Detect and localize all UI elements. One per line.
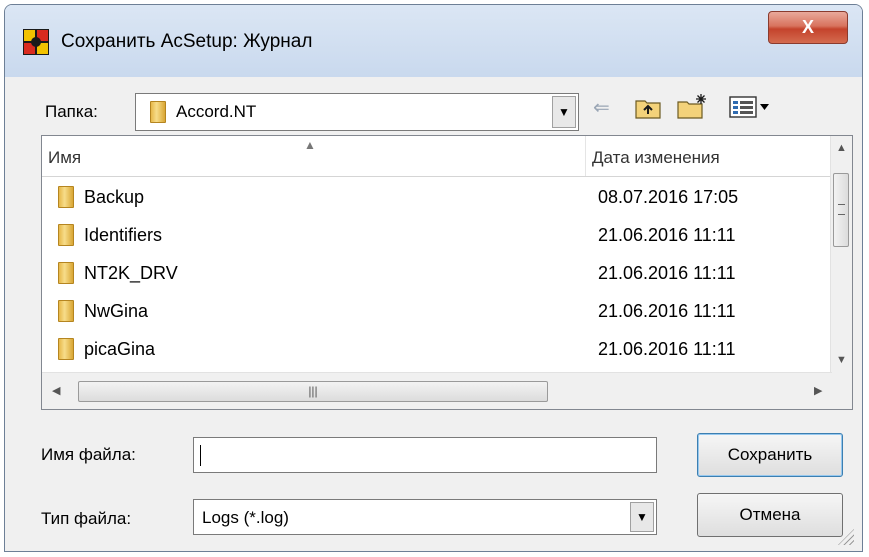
scroll-right-icon[interactable]: ▶ [814, 384, 822, 397]
text-cursor [200, 445, 201, 466]
file-list[interactable]: Имя ▲ Дата изменения Backup 08.07.2016 1… [41, 135, 853, 410]
vertical-scroll-thumb[interactable] [833, 173, 849, 247]
folder-up-icon[interactable] [635, 97, 661, 119]
current-folder-name: Accord.NT [176, 102, 257, 121]
file-date: 21.06.2016 11:11 [598, 339, 736, 359]
column-header-date[interactable]: Дата изменения [586, 136, 832, 176]
close-button[interactable]: X [768, 11, 848, 44]
folder-combobox[interactable]: Accord.NT ▼ [135, 93, 579, 131]
folder-label: Папка: [45, 102, 98, 121]
filetype-label: Тип файла: [41, 509, 132, 528]
scroll-left-icon[interactable]: ◀ [52, 384, 60, 397]
list-item[interactable]: Identifiers 21.06.2016 11:11 [42, 216, 832, 254]
filename-input[interactable] [193, 437, 657, 473]
list-item[interactable]: NT2K_DRV 21.06.2016 11:11 [42, 254, 832, 292]
folder-icon [58, 338, 74, 360]
horizontal-scrollbar[interactable]: ◀ ||| ▶ [42, 372, 832, 409]
list-item[interactable]: picaGina 21.06.2016 11:11 [42, 330, 832, 368]
chevron-down-icon[interactable]: ▼ [630, 502, 654, 532]
file-name: NwGina [84, 301, 149, 321]
save-button[interactable]: Сохранить [697, 433, 843, 477]
cancel-button[interactable]: Отмена [697, 493, 843, 537]
window-title: Сохранить AcSetup: Журнал [61, 31, 313, 52]
file-date: 08.07.2016 17:05 [598, 187, 739, 207]
list-item[interactable]: NwGina 21.06.2016 11:11 [42, 292, 832, 330]
save-dialog: Сохранить AcSetup: Журнал X Папка: Accor… [4, 4, 863, 552]
back-arrow-icon[interactable]: ⇐ [593, 95, 610, 120]
scrollbar-corner [831, 373, 852, 409]
folder-icon [58, 300, 74, 322]
file-date: 21.06.2016 11:11 [598, 263, 736, 283]
folder-icon [58, 186, 74, 208]
grip-icon [838, 204, 845, 215]
folder-icon [150, 101, 166, 123]
dialog-client-area: Папка: Accord.NT ▼ ⇐ Имя ▲ Дата изменени… [15, 77, 856, 547]
sort-ascending-icon: ▲ [304, 138, 316, 152]
folder-icon [58, 262, 74, 284]
app-icon [23, 29, 49, 55]
list-item[interactable]: Backup 08.07.2016 17:05 [42, 178, 832, 216]
list-header: Имя ▲ Дата изменения [42, 136, 832, 177]
filename-label: Имя файла: [41, 445, 136, 464]
file-name: Backup [84, 187, 145, 207]
filetype-value: Logs (*.log) [202, 508, 289, 527]
new-folder-icon[interactable] [677, 93, 709, 119]
scroll-up-icon[interactable]: ▲ [836, 142, 847, 154]
folder-icon [58, 224, 74, 246]
horizontal-scroll-thumb[interactable]: ||| [78, 381, 548, 402]
vertical-scrollbar[interactable]: ▲ ▼ [830, 136, 852, 373]
filetype-combobox[interactable]: Logs (*.log) ▼ [193, 499, 657, 535]
file-date: 21.06.2016 11:11 [598, 225, 736, 245]
view-menu-icon[interactable] [729, 95, 771, 119]
chevron-down-icon[interactable]: ▼ [552, 96, 576, 128]
file-date: 21.06.2016 11:11 [598, 301, 736, 321]
file-name: picaGina [84, 339, 156, 359]
file-name: Identifiers [84, 225, 163, 245]
title-bar[interactable]: Сохранить AcSetup: Журнал X [5, 5, 862, 77]
file-name: NT2K_DRV [84, 263, 178, 283]
scroll-down-icon[interactable]: ▼ [836, 354, 847, 366]
